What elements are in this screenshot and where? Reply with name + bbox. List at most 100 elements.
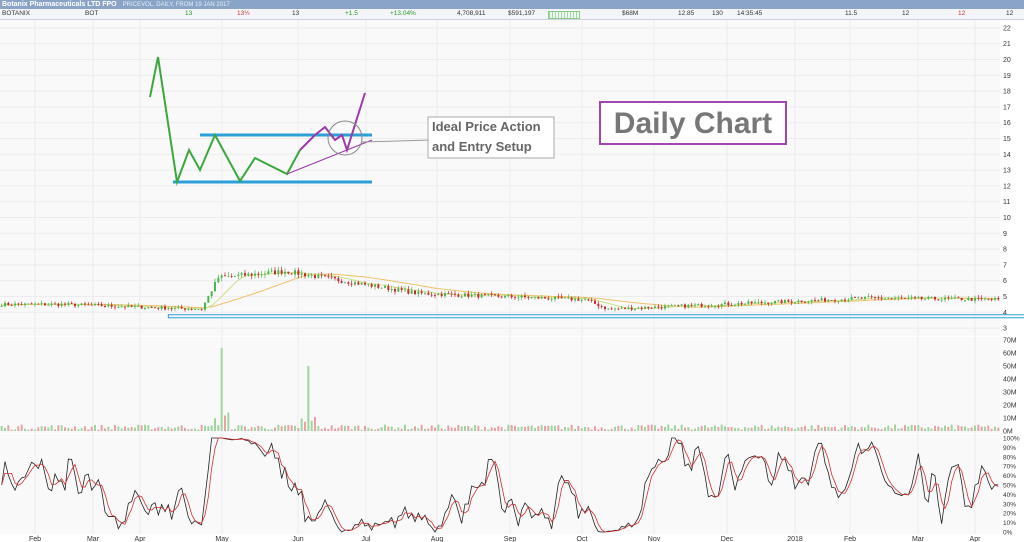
candle-body	[740, 302, 743, 305]
volume-bar	[730, 427, 733, 431]
volume-bar	[970, 427, 973, 431]
volume-bar	[470, 427, 473, 431]
candle-body	[227, 275, 230, 277]
candle-body	[624, 307, 626, 309]
volume-bar	[487, 429, 490, 431]
candle-body	[534, 296, 536, 298]
volume-bar	[164, 429, 166, 431]
candle-body	[324, 275, 326, 277]
volume-bar	[320, 428, 323, 431]
candle-body	[177, 306, 180, 308]
candle-body	[114, 306, 116, 308]
candle-body	[250, 273, 253, 276]
time-tick-label: Sep	[504, 536, 517, 542]
volume-bar	[84, 426, 86, 431]
volume-bar	[87, 429, 90, 431]
volume-bar	[47, 427, 50, 431]
candle-body	[377, 284, 380, 288]
callout-line2: and Entry Setup	[432, 139, 532, 154]
candle-body	[494, 294, 496, 296]
volume-bar	[64, 427, 66, 431]
volume-bar	[754, 425, 756, 431]
volume-bar	[284, 425, 286, 431]
stoch-tick-label: 60%	[1003, 473, 1016, 480]
candle-body	[664, 305, 666, 309]
volume-bar	[677, 428, 680, 431]
volume-bar	[230, 429, 233, 431]
volume-bar	[70, 428, 73, 431]
candle-body	[200, 309, 203, 311]
candle-body	[867, 296, 870, 298]
candle-body	[274, 270, 276, 275]
candle-body	[257, 273, 260, 275]
time-tick-label: May	[215, 536, 229, 542]
volume-tick-label: 20M	[1003, 403, 1017, 410]
candle-body	[270, 270, 273, 272]
volume-axis: 0M 10M 20M 30M 40M 50M 60M 70M	[1003, 338, 1017, 436]
candle-body	[647, 306, 650, 309]
stoch-tick-label: 50%	[1003, 483, 1016, 490]
candle-body	[864, 296, 866, 299]
candle-body	[980, 298, 983, 299]
volume-bar	[190, 428, 193, 431]
volume-bar	[277, 424, 280, 431]
volume-bar	[904, 425, 906, 431]
volume-bar	[834, 426, 836, 431]
volume-tick-label: 0M	[1003, 429, 1013, 436]
volume-bar	[340, 425, 343, 431]
price-tick-label: 7	[1003, 262, 1007, 269]
candle-body	[460, 296, 463, 298]
candle-body	[554, 296, 556, 300]
price-tick-label: 21	[1003, 41, 1011, 48]
candle-body	[117, 307, 120, 308]
volume-bar	[500, 427, 503, 431]
volume-bar	[547, 425, 550, 431]
volume-bar	[44, 426, 46, 431]
volume-bar	[847, 427, 850, 431]
candle-body	[674, 304, 676, 306]
volume-bar	[477, 425, 480, 431]
candle-body	[714, 306, 716, 307]
price-tick-label: 4	[1003, 310, 1007, 317]
candle-body	[914, 297, 916, 298]
volume-bar	[210, 425, 213, 431]
volume-bar	[177, 426, 180, 431]
candle-body	[587, 299, 590, 301]
volume-bar	[884, 427, 886, 431]
volume-bar	[240, 425, 243, 431]
volume-bar	[300, 418, 303, 431]
candle-body	[690, 304, 693, 306]
volume-bar	[920, 427, 923, 431]
volume-bar	[24, 428, 26, 431]
volume-bar	[747, 427, 750, 431]
volume-bar	[234, 429, 236, 431]
volume-bar	[880, 429, 883, 431]
candle-body	[50, 303, 53, 305]
volume-bar	[287, 424, 290, 431]
candle-body	[760, 301, 763, 303]
volume-bar	[467, 426, 470, 431]
stoch-tick-label: 70%	[1003, 464, 1016, 471]
candle-body	[937, 299, 940, 301]
candle-body	[570, 297, 573, 301]
volume-bar	[314, 416, 316, 431]
volume-bar	[824, 426, 826, 431]
callout-line1: Ideal Price Action	[432, 119, 541, 134]
volume-bar	[950, 424, 953, 431]
volume-bar	[977, 424, 980, 431]
candle-body	[954, 297, 956, 299]
volume-bar	[490, 427, 493, 431]
candle-body	[77, 304, 80, 307]
stock-chart[interactable]: 3 4 5 6 7 8 9 10 11 12 13 14 15 16 17 18 19 20 21 22 0M 10M 2…	[0, 0, 1024, 542]
volume-bar	[877, 428, 880, 431]
volume-bar	[390, 426, 393, 431]
candle-body	[290, 273, 293, 275]
candle-body	[734, 304, 736, 306]
volume-bar	[867, 424, 870, 431]
candle-body	[47, 304, 50, 306]
volume-bar	[944, 425, 946, 431]
candle-body	[140, 305, 143, 309]
volume-bar	[10, 429, 13, 431]
price-tick-label: 6	[1003, 278, 1007, 285]
candle-body	[750, 301, 753, 304]
